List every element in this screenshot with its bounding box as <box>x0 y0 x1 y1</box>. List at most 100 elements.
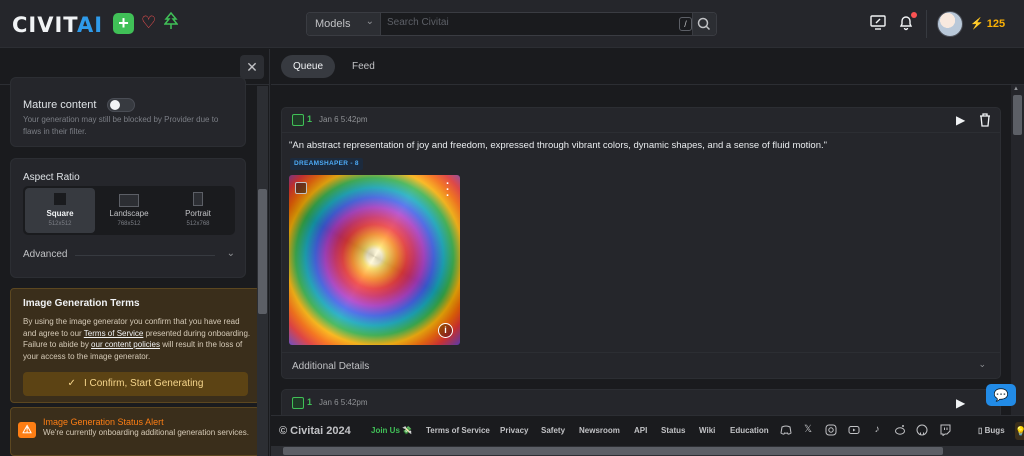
close-panel-button[interactable]: ✕ <box>240 55 264 79</box>
model-badge[interactable]: DREAMSHAPER - 8 <box>290 158 363 170</box>
instagram-icon[interactable] <box>825 424 837 436</box>
scroll-up-arrow-icon[interactable]: ▲ <box>1013 86 1019 92</box>
reddit-svg <box>895 425 905 435</box>
youtube-icon[interactable] <box>848 424 860 436</box>
search-input[interactable] <box>387 17 667 28</box>
image-select-checkbox[interactable] <box>295 182 307 194</box>
reddit-icon[interactable] <box>894 424 906 436</box>
image-count: 1 <box>292 114 314 127</box>
image-generation-icon[interactable] <box>869 13 889 33</box>
footer-link-status[interactable]: Status <box>661 426 685 435</box>
twitch-icon[interactable] <box>939 424 951 437</box>
portrait-shape-icon <box>193 192 203 206</box>
footer-link-newsroom[interactable]: Newsroom <box>579 426 620 435</box>
advanced-divider <box>75 255 215 256</box>
mature-content-toggle[interactable] <box>107 98 135 112</box>
lightning-icon: ⚡ <box>970 18 984 30</box>
youtube-svg <box>848 426 860 434</box>
heart-icon[interactable]: ♡ <box>141 13 156 33</box>
generation-timestamp: Jan 6 5:42pm <box>319 115 368 124</box>
logo-text-civit: CIVIT <box>12 13 77 37</box>
top-header: CIVITAI + ♡ Models ⌄ / ⚡ 125 <box>0 0 1024 48</box>
footer-link-terms[interactable]: Terms of Service <box>426 426 490 435</box>
image-menu-icon[interactable]: · · · <box>446 179 450 202</box>
footer-link-education[interactable]: Education <box>730 426 769 435</box>
terms-text: By using the image generator you confirm… <box>23 316 251 362</box>
mature-content-card: Mature content Your generation may still… <box>10 77 246 147</box>
tab-feed[interactable]: Feed <box>340 55 387 78</box>
buzz-balance[interactable]: ⚡ 125 <box>970 17 1005 30</box>
aspect-option-name: Portrait <box>185 209 211 218</box>
alert-text: We're currently onboarding additional ge… <box>43 428 249 437</box>
generation-card-header: 1 Jan 6 5:42pm ▶ <box>282 108 1000 133</box>
chevron-down-icon: ⌄ <box>226 248 235 259</box>
confirm-start-generating-button[interactable]: ✓ I Confirm, Start Generating <box>23 372 248 396</box>
panel-scrollbar-thumb[interactable] <box>258 189 267 314</box>
horizontal-scrollbar[interactable] <box>271 446 1024 456</box>
chat-bubble-button[interactable]: 💬 <box>986 384 1016 406</box>
horizontal-scrollbar-thumb[interactable] <box>283 447 943 455</box>
instagram-svg <box>825 424 837 436</box>
ideas-button[interactable]: 💡 <box>1015 422 1024 440</box>
tree-icon[interactable] <box>163 11 179 35</box>
tiktok-icon[interactable]: ♪ <box>871 424 883 436</box>
generated-image[interactable]: · · · i <box>289 175 460 345</box>
content-policies-link[interactable]: our content policies <box>91 340 160 349</box>
user-avatar[interactable] <box>937 11 963 37</box>
close-icon: ✕ <box>246 59 258 75</box>
aspect-option-square[interactable]: Square 512x512 <box>25 188 95 233</box>
search-type-select[interactable]: Models ⌄ <box>307 13 381 35</box>
footer: © Civitai 2024 Join Us 💸 Terms of Servic… <box>271 415 1024 445</box>
main-scrollbar[interactable]: ▲ <box>1011 85 1024 415</box>
github-icon[interactable] <box>916 424 928 436</box>
aspect-option-name: Square <box>46 209 74 218</box>
chevron-down-icon: ⌄ <box>365 16 374 27</box>
x-icon[interactable]: 𝕏 <box>802 424 814 436</box>
chat-icon: 💬 <box>993 388 1009 402</box>
play-icon[interactable]: ▶ <box>956 396 970 410</box>
tabs-bar: Queue Feed <box>271 49 1024 85</box>
alert-title: Image Generation Status Alert <box>43 417 164 427</box>
aspect-option-portrait[interactable]: Portrait 512x768 <box>163 188 233 233</box>
join-us-link[interactable]: Join Us 💸 <box>371 426 412 435</box>
bugs-label: Bugs <box>984 426 1005 435</box>
additional-details-label: Additional Details <box>292 361 370 372</box>
header-divider <box>926 10 927 38</box>
confirm-button-label: I Confirm, Start Generating <box>83 378 204 389</box>
trash-icon[interactable] <box>978 112 992 128</box>
search-button[interactable] <box>692 13 716 35</box>
image-icon <box>292 397 304 409</box>
play-icon[interactable]: ▶ <box>956 113 970 127</box>
aspect-ratio-selector: Square 512x512 Landscape 768x512 Portrai… <box>23 186 235 235</box>
footer-link-wiki[interactable]: Wiki <box>699 426 715 435</box>
aspect-ratio-title: Aspect Ratio <box>23 172 80 183</box>
footer-link-safety[interactable]: Safety <box>541 426 565 435</box>
toggle-knob <box>110 100 120 110</box>
advanced-accordion[interactable]: Advanced ⌄ <box>23 248 235 263</box>
generation-timestamp: Jan 6 5:42pm <box>319 398 368 407</box>
tab-queue[interactable]: Queue <box>281 55 336 78</box>
buzz-amount: 125 <box>986 18 1006 30</box>
image-icon <box>292 114 304 126</box>
footer-link-privacy[interactable]: Privacy <box>500 426 528 435</box>
discord-icon[interactable] <box>780 424 792 436</box>
generation-panel: ✕ Mature content Your generation may sti… <box>0 49 270 456</box>
additional-details-accordion[interactable]: Additional Details ⌄ <box>282 352 1000 378</box>
terms-title: Image Generation Terms <box>23 298 140 309</box>
image-count: 1 <box>292 397 314 410</box>
footer-link-api[interactable]: API <box>634 426 647 435</box>
image-swirl-overlay <box>289 175 460 345</box>
image-count-value: 1 <box>307 397 313 407</box>
info-icon[interactable]: i <box>438 323 453 338</box>
twitch-svg <box>940 424 951 437</box>
mature-content-description: Your generation may still be blocked by … <box>23 115 219 136</box>
terms-of-service-link[interactable]: Terms of Service <box>84 329 144 338</box>
civitai-logo[interactable]: CIVITAI <box>12 13 103 37</box>
create-plus-icon[interactable]: + <box>113 13 134 34</box>
trash-svg <box>980 113 990 127</box>
aspect-option-landscape[interactable]: Landscape 768x512 <box>94 188 164 233</box>
main-scrollbar-thumb[interactable] <box>1013 95 1022 135</box>
square-shape-icon <box>54 193 66 205</box>
generation-feed-area: Queue Feed 1 Jan 6 5:42pm ▶ "An abstract… <box>271 49 1024 456</box>
bugs-link[interactable]: ▯ Bugs <box>978 426 1005 435</box>
